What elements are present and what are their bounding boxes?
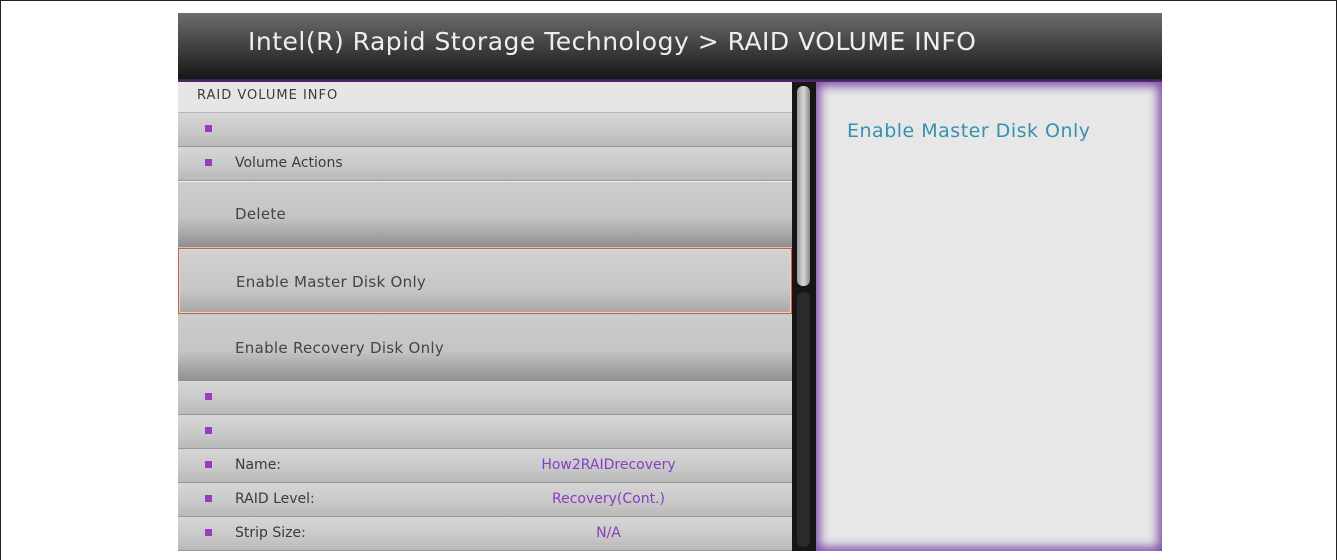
bullet-icon [205,125,212,132]
enable-master-disk-only-button[interactable]: Enable Master Disk Only [178,248,792,314]
menu-item-empty-3[interactable] [178,415,792,449]
info-value-strip-size: N/A [596,525,621,541]
bullet-icon [205,159,212,166]
info-label-strip-size: Strip Size: [235,525,306,541]
info-value-raid-level: Recovery(Cont.) [552,491,665,507]
menu-item-empty-1[interactable] [178,113,792,147]
menu-item-volume-actions[interactable]: Volume Actions [178,147,792,181]
enable-master-disk-only-label: Enable Master Disk Only [236,273,427,291]
info-label-name: Name: [235,457,282,473]
delete-button[interactable]: Delete [178,181,792,247]
menu-item-empty-2[interactable] [178,381,792,415]
bullet-icon [205,393,212,400]
bullet-icon [205,495,212,502]
title-bar: Intel(R) Rapid Storage Technology > RAID… [178,13,1162,79]
menu-item-label: Volume Actions [235,155,343,171]
panel-header-label: RAID VOLUME INFO [197,88,339,103]
enable-recovery-disk-only-button[interactable]: Enable Recovery Disk Only [178,315,792,381]
bullet-icon [205,427,212,434]
bullet-icon [205,461,212,468]
info-row-strip-size[interactable]: Strip Size: N/A [178,517,792,551]
help-panel: Enable Master Disk Only [816,82,1162,551]
help-text: Enable Master Disk Only [847,120,1091,142]
info-label-raid-level: RAID Level: [235,491,315,507]
info-row-raid-level[interactable]: RAID Level: Recovery(Cont.) [178,483,792,517]
enable-recovery-disk-only-label: Enable Recovery Disk Only [235,339,445,357]
scrollbar-track-lower [797,292,810,547]
scrollbar[interactable] [792,82,816,551]
info-value-name: How2RAIDrecovery [541,457,676,473]
scrollbar-thumb[interactable] [797,86,810,286]
bullet-icon [205,529,212,536]
delete-label: Delete [235,205,287,223]
info-row-name[interactable]: Name: How2RAIDrecovery [178,449,792,483]
window-title: Intel(R) Rapid Storage Technology > RAID… [248,27,977,56]
panel-header: RAID VOLUME INFO [178,82,792,113]
menu-panel: RAID VOLUME INFO Volume Actions Delete E… [178,82,792,551]
bios-window: Intel(R) Rapid Storage Technology > RAID… [178,13,1162,551]
